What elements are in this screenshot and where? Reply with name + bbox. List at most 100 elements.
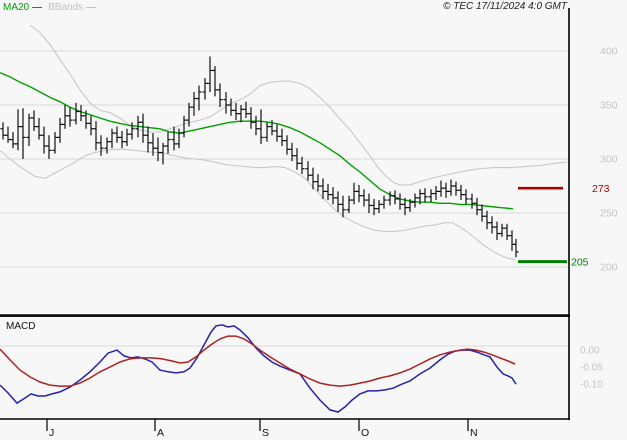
- price-axis-label: 250: [600, 208, 618, 220]
- ohlc-bar: [41, 126, 47, 154]
- ohlc-bar: [104, 137, 110, 154]
- ohlc-bar: [489, 216, 495, 234]
- ohlc-bar: [412, 193, 418, 208]
- ohlc-bar: [305, 161, 311, 181]
- ohlc-bar: [36, 117, 42, 140]
- ohlc-bar: [88, 115, 94, 136]
- ohlc-bar: [448, 179, 454, 196]
- ohlc-bar: [202, 78, 208, 100]
- month-label: A: [157, 427, 164, 439]
- ohlc-bar: [325, 183, 331, 201]
- macd-line: [0, 324, 517, 413]
- ohlc-bar: [10, 132, 16, 149]
- ohlc-bar: [248, 107, 254, 129]
- ohlc-bar: [284, 135, 290, 155]
- ohlc-bar: [504, 223, 510, 240]
- ohlc-bar: [67, 107, 73, 127]
- price-axis-label: 200: [600, 262, 618, 274]
- ohlc-bar: [381, 195, 387, 209]
- ohlc-bar: [93, 121, 99, 151]
- ohlc-bar: [57, 117, 63, 143]
- ohlc-bar: [315, 174, 321, 192]
- bollinger-lower-band: [0, 148, 516, 260]
- ohlc-bar: [217, 83, 223, 108]
- ohlc-bar: [351, 182, 357, 205]
- ohlc-bar: [346, 195, 352, 213]
- ohlc-bar: [279, 128, 285, 147]
- ohlc-bar: [124, 128, 130, 147]
- ohlc-bar: [109, 128, 115, 149]
- ohlc-bar: [212, 66, 218, 97]
- ohlc-bar: [5, 126, 11, 143]
- chart-canvas: 400 350 300 250 200 0.00 -0.05 -0.10 273 205 J A S O N: [0, 8, 618, 439]
- ohlc-bar: [15, 109, 21, 151]
- ohlc-bar: [140, 113, 146, 143]
- resistance-level-label: 273: [592, 183, 610, 195]
- ohlc-bar: [422, 188, 428, 203]
- ohlc-bar: [228, 98, 234, 116]
- ohlc-bar: [310, 167, 316, 190]
- ohlc-bar: [52, 132, 58, 154]
- ohlc-bar: [356, 184, 362, 203]
- ohlc-bar: [191, 92, 197, 116]
- ohlc-bar: [31, 110, 37, 131]
- ohlc-bar: [433, 186, 439, 201]
- ohlc-bar: [330, 187, 336, 205]
- ohlc-bar: [397, 193, 403, 210]
- ohlc-bar: [171, 126, 177, 151]
- ohlc-bar: [98, 135, 104, 156]
- ohlc-bar: [463, 189, 469, 205]
- macd-panel-top-border: [0, 314, 570, 317]
- ohlc-bar: [366, 193, 372, 213]
- ohlc-bar: [376, 200, 382, 213]
- ohlc-bar: [258, 109, 264, 144]
- month-label: S: [262, 427, 269, 439]
- macd-axis-label: -0.10: [580, 380, 603, 391]
- ohlc-bar: [176, 128, 182, 149]
- ohlc-bar: [513, 238, 519, 258]
- ohlc-bar: [361, 189, 367, 207]
- ohlc-bar: [274, 124, 280, 142]
- ohlc-bar: [264, 122, 270, 142]
- ohlc-bar: [26, 113, 32, 147]
- ohlc-bar: [73, 102, 79, 125]
- support-level-label: 205: [571, 257, 589, 269]
- ohlc-bar: [20, 108, 26, 159]
- macd-panel-label: MACD: [6, 321, 36, 332]
- ohlc-bar: [238, 105, 244, 123]
- month-label: O: [361, 427, 369, 439]
- ohlc-bar: [289, 142, 295, 162]
- price-axis-label: 300: [600, 154, 618, 166]
- macd-axis-label: 0.00: [580, 346, 600, 357]
- ohlc-bar: [155, 137, 161, 162]
- ohlc-bar: [165, 132, 171, 154]
- ohlc-bar: [469, 193, 475, 209]
- price-axis-label: 400: [600, 46, 618, 58]
- ohlc-bar: [0, 122, 6, 140]
- ohlc-bar: [335, 191, 341, 212]
- ohlc-bar: [509, 230, 515, 251]
- ohlc-bar: [114, 126, 120, 143]
- ohlc-bar: [145, 126, 151, 153]
- ohlc-bar: [181, 115, 187, 138]
- macd-axis-label: -0.05: [580, 363, 603, 374]
- ohlc-bar: [443, 182, 449, 198]
- ohlc-bar: [453, 181, 459, 196]
- ohlc-bar: [119, 130, 125, 149]
- ohlc-bar: [499, 223, 505, 237]
- ohlc-bar: [428, 189, 434, 203]
- ohlc-bar: [62, 105, 68, 129]
- stock-chart-window: MA20 — BBands — © TEC 17/11/2024 4:0 GMT…: [0, 0, 627, 440]
- ohlc-bar: [438, 180, 444, 197]
- price-axis-label: 350: [600, 100, 618, 112]
- month-label: N: [470, 427, 478, 439]
- ohlc-bar: [494, 221, 500, 240]
- ohlc-bar: [243, 101, 249, 118]
- ohlc-bar: [46, 135, 52, 159]
- month-label: J: [49, 427, 54, 439]
- ohlc-bar: [484, 210, 490, 230]
- ohlc-bar: [196, 85, 202, 111]
- ohlc-bar: [458, 184, 464, 201]
- ohlc-bar: [253, 115, 259, 136]
- ohlc-bar: [223, 92, 229, 114]
